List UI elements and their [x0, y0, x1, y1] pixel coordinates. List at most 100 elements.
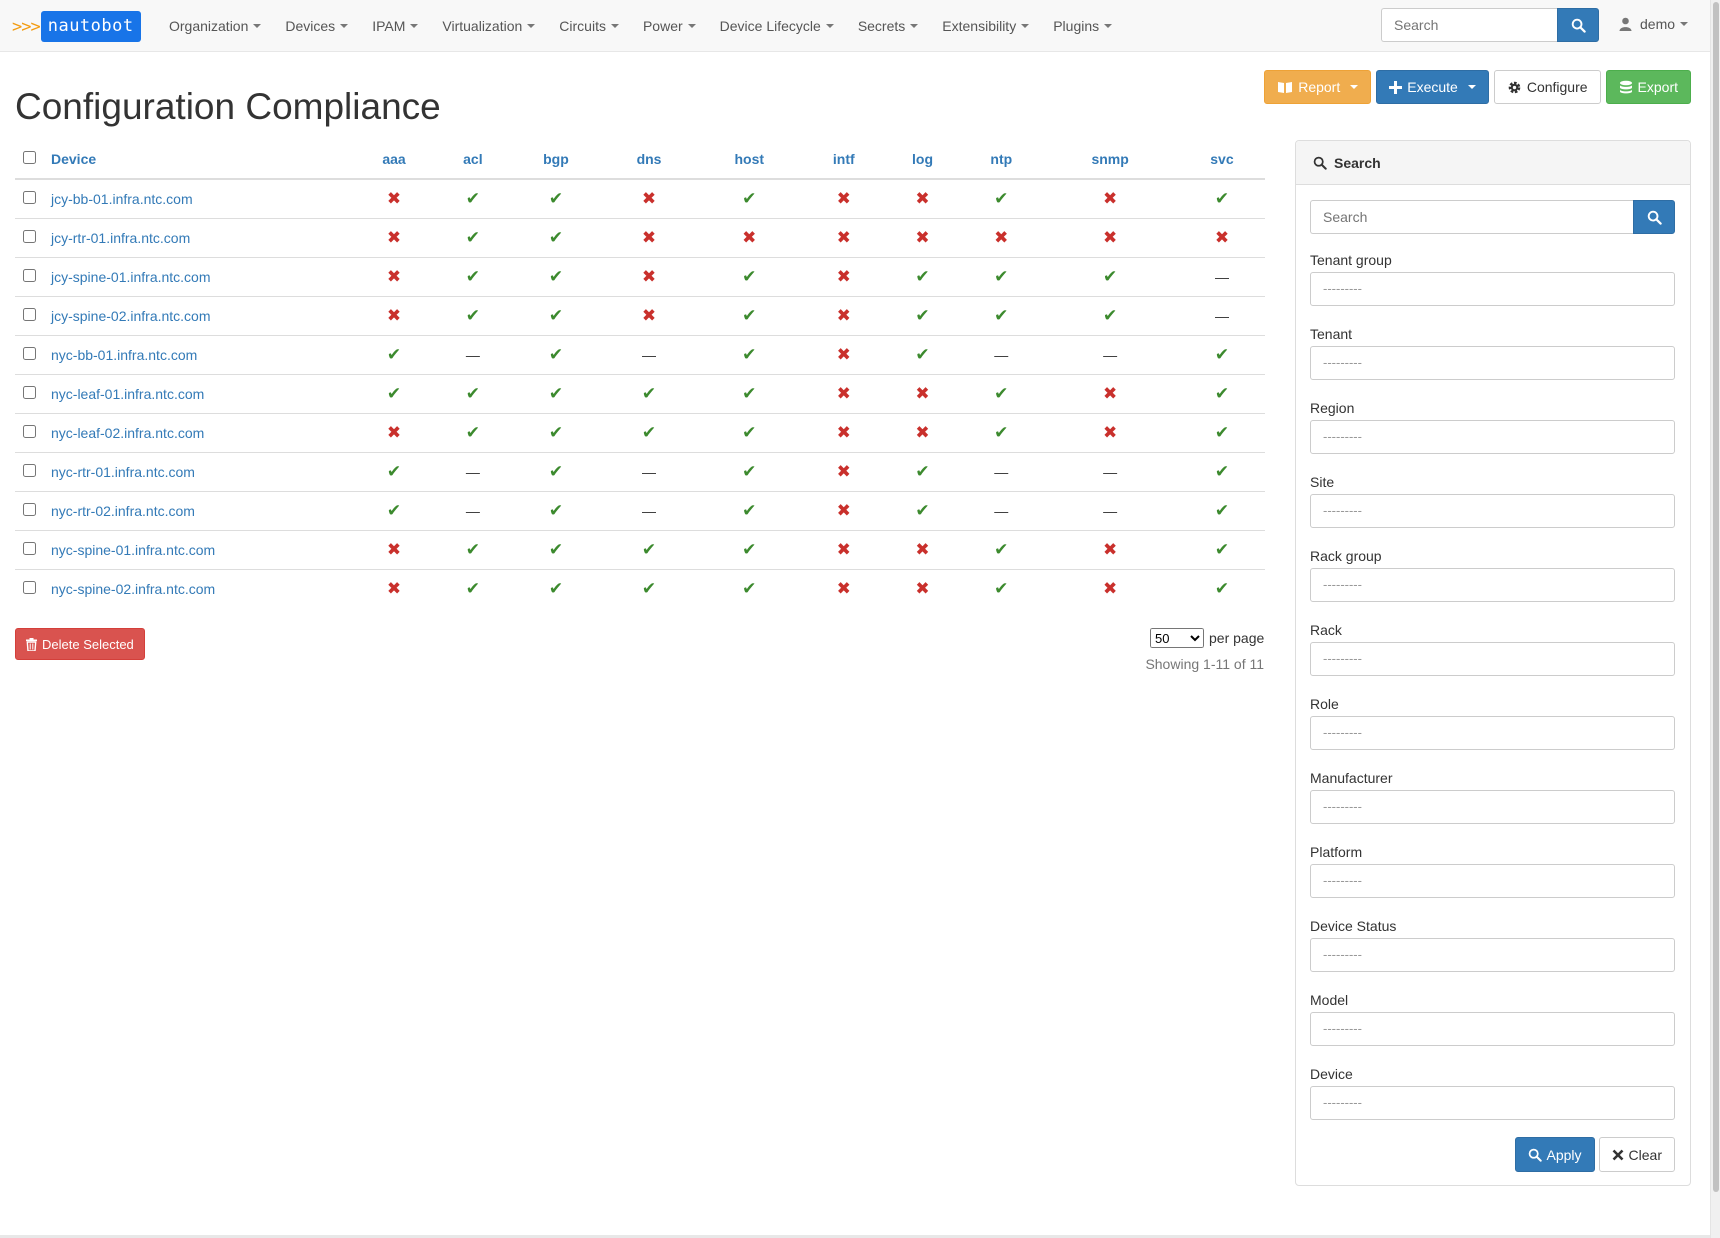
compliance-cell-aaa[interactable]: ✖ — [351, 412, 438, 452]
device-link[interactable]: nyc-rtr-01.infra.ntc.com — [51, 464, 195, 480]
compliance-cell-intf[interactable]: ✖ — [803, 295, 884, 335]
compliance-cell-snmp[interactable]: ✖ — [1041, 217, 1179, 257]
compliance-cell-log[interactable]: ✔ — [883, 490, 962, 530]
row-checkbox[interactable] — [23, 307, 36, 321]
compliance-cell-svc[interactable]: ✔ — [1178, 490, 1265, 530]
compliance-cell-aaa[interactable]: ✔ — [351, 334, 438, 374]
device-link[interactable]: nyc-bb-01.infra.ntc.com — [51, 347, 197, 363]
compliance-cell-aaa[interactable]: ✖ — [351, 217, 438, 257]
compliance-cell-snmp[interactable]: — — [1041, 490, 1179, 530]
compliance-cell-intf[interactable]: ✖ — [803, 256, 884, 296]
device-select[interactable]: --------- — [1310, 1086, 1675, 1120]
compliance-cell-acl[interactable]: ✔ — [437, 256, 509, 296]
compliance-cell-bgp[interactable]: ✔ — [508, 256, 604, 296]
compliance-cell-acl[interactable]: — — [437, 334, 509, 374]
compliance-cell-host[interactable]: ✖ — [694, 217, 804, 257]
device-link[interactable]: nyc-rtr-02.infra.ntc.com — [51, 503, 195, 519]
compliance-cell-intf[interactable]: ✖ — [803, 373, 884, 413]
compliance-cell-intf[interactable]: ✖ — [803, 451, 884, 491]
compliance-cell-host[interactable]: ✔ — [694, 334, 804, 374]
column-header-link[interactable]: aaa — [382, 151, 405, 167]
compliance-cell-log[interactable]: ✖ — [883, 373, 962, 413]
compliance-cell-snmp[interactable]: — — [1041, 334, 1179, 374]
compliance-cell-dns[interactable]: ✖ — [603, 178, 695, 218]
tenant-select[interactable]: --------- — [1310, 346, 1675, 380]
compliance-cell-aaa[interactable]: ✖ — [351, 256, 438, 296]
scrollbar-thumb[interactable] — [1713, 2, 1719, 1192]
compliance-cell-svc[interactable]: ✖ — [1178, 217, 1265, 257]
row-checkbox[interactable] — [23, 346, 36, 360]
row-checkbox[interactable] — [23, 424, 36, 438]
compliance-cell-ntp[interactable]: ✔ — [961, 256, 1042, 296]
compliance-cell-host[interactable]: ✔ — [694, 451, 804, 491]
device-link[interactable]: nyc-leaf-02.infra.ntc.com — [51, 425, 204, 441]
nav-item-circuits[interactable]: Circuits — [559, 18, 619, 34]
nav-item-virtualization[interactable]: Virtualization — [442, 18, 536, 34]
compliance-cell-aaa[interactable]: ✖ — [351, 178, 438, 218]
device-link[interactable]: nyc-spine-02.infra.ntc.com — [51, 581, 215, 597]
compliance-cell-ntp[interactable]: — — [961, 490, 1042, 530]
compliance-cell-intf[interactable]: ✖ — [803, 217, 884, 257]
column-header-dns[interactable]: dns — [603, 140, 695, 180]
compliance-cell-dns[interactable]: ✖ — [603, 295, 695, 335]
column-header-log[interactable]: log — [883, 140, 962, 180]
row-checkbox[interactable] — [23, 541, 36, 555]
configure-button[interactable]: Configure — [1493, 70, 1601, 104]
compliance-cell-log[interactable]: ✖ — [883, 412, 962, 452]
tenant-group-select[interactable]: --------- — [1310, 272, 1675, 306]
compliance-cell-svc[interactable]: ✔ — [1178, 334, 1265, 374]
compliance-cell-snmp[interactable]: — — [1041, 451, 1179, 491]
compliance-cell-acl[interactable]: ✔ — [437, 178, 509, 218]
compliance-cell-dns[interactable]: ✖ — [603, 256, 695, 296]
rack-group-select[interactable]: --------- — [1310, 568, 1675, 602]
compliance-cell-snmp[interactable]: ✖ — [1041, 568, 1179, 608]
compliance-cell-host[interactable]: ✔ — [694, 178, 804, 218]
column-header-acl[interactable]: acl — [437, 140, 509, 180]
compliance-cell-intf[interactable]: ✖ — [803, 334, 884, 374]
apply-button[interactable]: Apply — [1514, 1137, 1595, 1172]
compliance-cell-svc[interactable]: ✔ — [1178, 529, 1265, 569]
nav-item-organization[interactable]: Organization — [169, 18, 262, 34]
compliance-cell-aaa[interactable]: ✔ — [351, 373, 438, 413]
row-checkbox[interactable] — [23, 580, 36, 594]
nav-item-plugins[interactable]: Plugins — [1053, 18, 1113, 34]
compliance-cell-dns[interactable]: ✔ — [603, 529, 695, 569]
column-header-device[interactable]: Device — [51, 140, 351, 180]
column-header-snmp[interactable]: snmp — [1041, 140, 1179, 180]
column-header-svc[interactable]: svc — [1178, 140, 1265, 180]
compliance-cell-dns[interactable]: — — [603, 490, 695, 530]
device-link[interactable]: nyc-spine-01.infra.ntc.com — [51, 542, 215, 558]
compliance-cell-bgp[interactable]: ✔ — [508, 217, 604, 257]
compliance-cell-bgp[interactable]: ✔ — [508, 334, 604, 374]
nav-item-secrets[interactable]: Secrets — [858, 18, 919, 34]
compliance-cell-aaa[interactable]: ✔ — [351, 451, 438, 491]
compliance-cell-log[interactable]: ✖ — [883, 529, 962, 569]
compliance-cell-snmp[interactable]: ✔ — [1041, 295, 1179, 335]
compliance-cell-bgp[interactable]: ✔ — [508, 412, 604, 452]
compliance-cell-dns[interactable]: — — [603, 451, 695, 491]
column-header-link[interactable]: intf — [833, 151, 855, 167]
compliance-cell-svc[interactable]: ✔ — [1178, 412, 1265, 452]
filter-search-button[interactable] — [1633, 200, 1675, 234]
device-status-select[interactable]: --------- — [1310, 938, 1675, 972]
compliance-cell-ntp[interactable]: — — [961, 451, 1042, 491]
row-checkbox[interactable] — [23, 502, 36, 516]
compliance-cell-host[interactable]: ✔ — [694, 295, 804, 335]
compliance-cell-acl[interactable]: ✔ — [437, 529, 509, 569]
nav-item-devices[interactable]: Devices — [285, 18, 349, 34]
compliance-cell-aaa[interactable]: ✖ — [351, 568, 438, 608]
nav-search-input[interactable] — [1381, 8, 1557, 42]
compliance-cell-acl[interactable]: — — [437, 451, 509, 491]
compliance-cell-host[interactable]: ✔ — [694, 412, 804, 452]
user-menu[interactable]: demo — [1619, 16, 1689, 32]
column-header-link[interactable]: svc — [1210, 151, 1233, 167]
compliance-cell-intf[interactable]: ✖ — [803, 412, 884, 452]
compliance-cell-ntp[interactable]: — — [961, 334, 1042, 374]
column-header-bgp[interactable]: bgp — [508, 140, 604, 180]
compliance-cell-bgp[interactable]: ✔ — [508, 373, 604, 413]
compliance-cell-host[interactable]: ✔ — [694, 256, 804, 296]
compliance-cell-svc[interactable]: ✔ — [1178, 568, 1265, 608]
compliance-cell-intf[interactable]: ✖ — [803, 529, 884, 569]
column-header-link[interactable]: host — [735, 151, 765, 167]
compliance-cell-snmp[interactable]: ✖ — [1041, 373, 1179, 413]
